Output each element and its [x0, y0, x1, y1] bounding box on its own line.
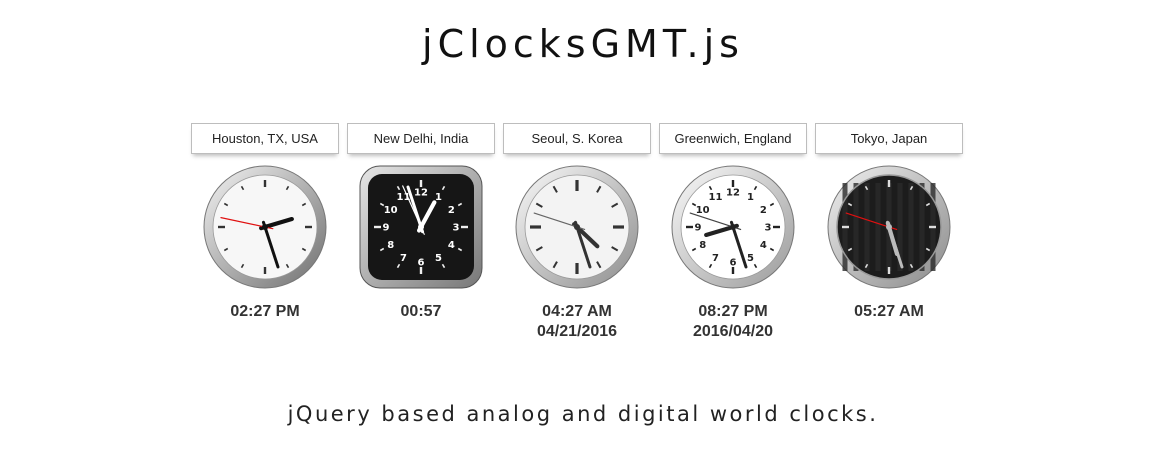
clock-numeral: 7	[712, 253, 719, 264]
clock-svg	[203, 165, 327, 289]
clock-numeral: 1	[747, 192, 754, 203]
analog-clock-face	[203, 165, 327, 289]
page-subtitle: jQuery based analog and digital world cl…	[287, 402, 879, 426]
clock-numeral: 9	[695, 223, 702, 234]
clock-numeral: 8	[699, 240, 706, 251]
clock-seoul: Seoul, S. Korea 04:27 AM 04/21/2016	[503, 123, 651, 340]
clock-numeral: 8	[387, 240, 394, 251]
analog-clock-face: 1 2 3 4 5 6 7 8 9 10 11 12	[671, 165, 795, 289]
dial-stripe	[908, 183, 914, 271]
clock-center-pin	[418, 224, 424, 230]
clock-numeral: 12	[414, 188, 428, 199]
clock-svg: 1234567891011 12	[671, 165, 795, 289]
clock-numeral: 6	[418, 258, 425, 269]
clock-location-label: New Delhi, India	[347, 123, 495, 154]
clock-numeral: 9	[383, 223, 390, 234]
clock-center-pin	[886, 224, 892, 230]
dial-stripe	[919, 183, 925, 271]
page-title: jClocksGMT.js	[422, 22, 744, 66]
clock-greenwich: Greenwich, England 1 2 3 4 5 6 7 8 9 10 11 12 08:27…	[659, 123, 807, 340]
digital-time: 00:57	[400, 303, 442, 320]
clock-numeral: 12	[726, 188, 740, 199]
analog-clock-face	[827, 165, 951, 289]
digital-time: 02:27 PM	[230, 303, 300, 320]
clock-numeral: 3	[453, 223, 460, 234]
dial-stripe	[875, 183, 881, 271]
digital-time: 08:27 PM	[698, 303, 768, 320]
clock-location-label: Seoul, S. Korea	[503, 123, 651, 154]
clock-location-label: Greenwich, England	[659, 123, 807, 154]
clock-numeral: 5	[435, 253, 442, 264]
clock-tokyo: Tokyo, Japan 05:27 AM	[815, 123, 963, 320]
clock-location-label: Houston, TX, USA	[191, 123, 339, 154]
clock-numeral: 4	[760, 240, 767, 251]
dial-stripe	[853, 183, 859, 271]
clock-svg	[827, 165, 951, 289]
dial-stripe	[864, 183, 870, 271]
analog-clock-face: 1 2 3 4 5 6 7 8 9 10 11 12	[359, 165, 483, 289]
clock-center-pin	[574, 224, 580, 230]
clock-new-delhi: New Delhi, India 1 2 3 4 5 6 7 8 9 10 11 12 00:57	[347, 123, 495, 320]
digital-time: 05:27 AM	[854, 303, 924, 320]
clock-numeral: 3	[765, 223, 772, 234]
clock-numeral: 7	[400, 253, 407, 264]
analog-clock-face	[515, 165, 639, 289]
clock-numeral: 5	[747, 253, 754, 264]
clock-numeral: 11	[709, 192, 723, 203]
clock-location-label: Tokyo, Japan	[815, 123, 963, 154]
digital-time: 04:27 AM	[542, 303, 612, 320]
digital-date: 2016/04/20	[692, 323, 774, 340]
clock-numeral: 10	[384, 205, 398, 216]
clock-svg: 1234567891011 12	[359, 165, 483, 289]
clock-numeral: 6	[730, 258, 737, 269]
clock-svg	[515, 165, 639, 289]
clock-houston: Houston, TX, USA 02:27 PM	[191, 123, 339, 320]
clock-numeral: 10	[696, 205, 710, 216]
clock-numeral: 2	[760, 205, 767, 216]
digital-date: 04/21/2016	[536, 323, 618, 340]
clock-center-pin	[262, 224, 268, 230]
clock-numeral: 2	[448, 205, 455, 216]
clock-center-pin	[730, 224, 736, 230]
clock-numeral: 4	[448, 240, 455, 251]
